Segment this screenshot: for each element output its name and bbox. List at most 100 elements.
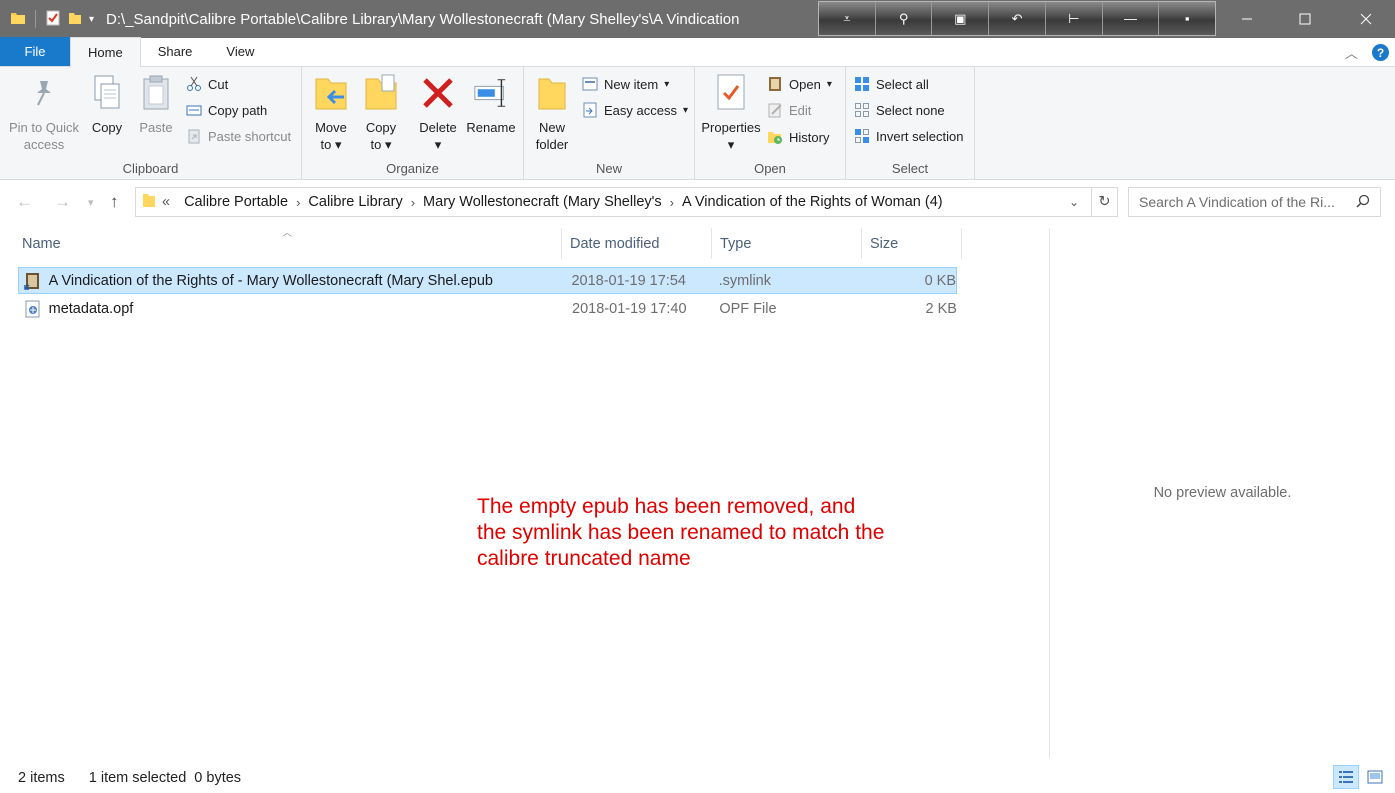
file-type: .symlink [718, 272, 771, 289]
clipboard-icon [138, 73, 174, 113]
file-row[interactable]: metadata.opf 2018-01-19 17:40 OPF File 2… [18, 295, 957, 322]
new-item-button[interactable]: New item ▾ [582, 76, 669, 92]
minimize-button[interactable] [1218, 0, 1276, 38]
navigation-bar: ← → ▾ ↑ « Calibre Portable › Calibre Lib… [0, 181, 1395, 224]
column-date-modified[interactable]: Date modified [562, 228, 712, 259]
rename-button[interactable]: Rename [466, 73, 516, 136]
back-arrow-icon[interactable]: ← [16, 192, 33, 212]
copy-to-button[interactable]: Copy to ▾ [360, 73, 402, 153]
search-box[interactable]: Search A Vindication of the Ri... [1128, 187, 1381, 217]
cut-button[interactable]: Cut [186, 76, 228, 92]
tab-share[interactable]: Share [141, 37, 210, 66]
invert-selection-icon [854, 128, 870, 144]
recent-locations-icon[interactable]: ▾ [88, 196, 94, 209]
window-title: D:\_Sandpit\Calibre Portable\Calibre Lib… [106, 10, 740, 28]
restore-icon[interactable]: ▣ [932, 2, 990, 35]
scissors-icon [186, 76, 202, 92]
file-row[interactable]: A Vindication of the Rights of - Mary Wo… [18, 267, 957, 294]
select-none-icon [854, 102, 870, 118]
ribbon-tabs: File Home Share View ︿ ? [0, 37, 1395, 67]
tack-icon[interactable]: ⊢ [1045, 2, 1103, 35]
open-label: Open [754, 161, 786, 176]
address-dropdown-icon[interactable]: ⌄ [1069, 195, 1079, 209]
file-type: OPF File [719, 300, 777, 317]
select-none-button[interactable]: Select none [854, 102, 945, 118]
new-folder-button[interactable]: New folder [532, 73, 572, 153]
pin-to-quick-access-button[interactable]: Pin to Quick access [8, 73, 80, 153]
details-view-icon[interactable] [1333, 765, 1359, 789]
column-size[interactable]: Size [862, 228, 962, 259]
new-label: New [595, 161, 622, 176]
new-folder-icon [534, 73, 570, 113]
pin-icon [26, 73, 62, 113]
annotation-text: The empty epub has been removed, and the… [477, 495, 885, 570]
sort-ascending-icon: ︿ [282, 228, 292, 239]
file-date: 2018-01-19 17:40 [572, 300, 687, 317]
dot-icon[interactable]: ▪ [1159, 2, 1216, 35]
search-placeholder: Search A Vindication of the Ri... [1139, 194, 1335, 210]
copy-button[interactable]: Copy [86, 73, 128, 136]
file-size: 2 KB [925, 300, 957, 317]
copy-icon [89, 73, 125, 113]
select-all-button[interactable]: Select all [854, 76, 929, 92]
open-button[interactable]: Open ▾ [767, 76, 832, 92]
up-arrow-icon[interactable]: ↑ [110, 192, 119, 212]
clipboard-group: Pin to Quick access Copy Paste Cut Copy … [0, 67, 302, 180]
properties-button[interactable]: Properties ▾ [699, 73, 763, 153]
organize-label: Organize [386, 161, 439, 176]
breadcrumb-calibre-library[interactable]: Calibre Library [300, 194, 410, 210]
easy-access-button[interactable]: Easy access ▾ [582, 102, 688, 118]
clipboard-label: Clipboard [122, 161, 179, 176]
search-icon[interactable] [1356, 194, 1370, 211]
breadcrumb-calibre-portable[interactable]: Calibre Portable [176, 194, 296, 210]
history-icon [767, 129, 783, 145]
opf-file-icon [24, 300, 44, 318]
breadcrumb-author-folder[interactable]: Mary Wollestonecraft (Mary Shelley's [415, 194, 670, 210]
copy-path-button[interactable]: Copy path [186, 102, 267, 118]
tab-view[interactable]: View [209, 37, 271, 66]
column-headers: Name ︿ Date modified Type Size [14, 228, 962, 259]
history-button[interactable]: History [767, 129, 829, 145]
breadcrumb-book-folder[interactable]: A Vindication of the Rights of Woman (4) [674, 194, 951, 210]
open-group: Properties ▾ Open ▾ Edit History Open [695, 67, 846, 180]
address-bar[interactable]: « Calibre Portable › Calibre Library › M… [135, 187, 1118, 217]
delete-button[interactable]: Delete ▾ [416, 73, 460, 153]
new-folder-icon[interactable] [67, 10, 83, 29]
help-icon[interactable]: ? [1372, 44, 1389, 61]
undo-icon[interactable]: ↶ [989, 2, 1046, 35]
status-bar: 2 items 1 item selected 0 bytes [0, 762, 1395, 793]
refresh-icon[interactable]: ↻ [1091, 188, 1117, 216]
invert-selection-button[interactable]: Invert selection [854, 128, 963, 144]
collapse-icon[interactable]: ⩡ [819, 2, 876, 35]
column-name[interactable]: Name ︿ [14, 228, 562, 259]
selection-size: 0 bytes [194, 769, 242, 786]
tab-file[interactable]: File [0, 37, 70, 66]
organize-group: Move to ▾ Copy to ▾ Delete ▾ Rename Orga… [302, 67, 524, 180]
close-button[interactable] [1337, 0, 1395, 38]
edit-button[interactable]: Edit [767, 102, 811, 118]
maximize-button[interactable] [1276, 0, 1334, 38]
properties-icon[interactable] [45, 10, 61, 29]
ribbon: Pin to Quick access Copy Paste Cut Copy … [0, 67, 1395, 180]
symlink-file-icon [24, 272, 44, 290]
copy-path-icon [186, 102, 202, 118]
title-bar: ▾ D:\_Sandpit\Calibre Portable\Calibre L… [0, 0, 1395, 38]
breadcrumb-overflow[interactable]: « [156, 194, 176, 210]
minimize-line-icon[interactable]: — [1102, 2, 1160, 35]
column-type[interactable]: Type [712, 228, 862, 259]
select-label: Select [891, 161, 929, 176]
new-group: New folder New item ▾ Easy access ▾ New [524, 67, 695, 180]
select-group: Select all Select none Invert selection … [846, 67, 975, 180]
large-icons-view-icon[interactable] [1362, 765, 1388, 789]
easy-access-icon [582, 102, 598, 118]
tab-home[interactable]: Home [70, 37, 141, 67]
move-to-button[interactable]: Move to ▾ [310, 73, 352, 153]
paste-button[interactable]: Paste [134, 73, 178, 136]
pin-icon[interactable]: ⚲ [875, 2, 933, 35]
collapse-ribbon-icon[interactable]: ︿ [1345, 43, 1358, 62]
paste-shortcut-button[interactable]: Paste shortcut [186, 128, 291, 144]
third-party-toolbar: ⩡ ⚲ ▣ ↶ ⊢ — ▪ [818, 1, 1216, 36]
forward-arrow-icon[interactable]: → [54, 192, 71, 212]
customize-qat-icon[interactable]: ▾ [89, 14, 94, 25]
paste-shortcut-icon [186, 128, 202, 144]
